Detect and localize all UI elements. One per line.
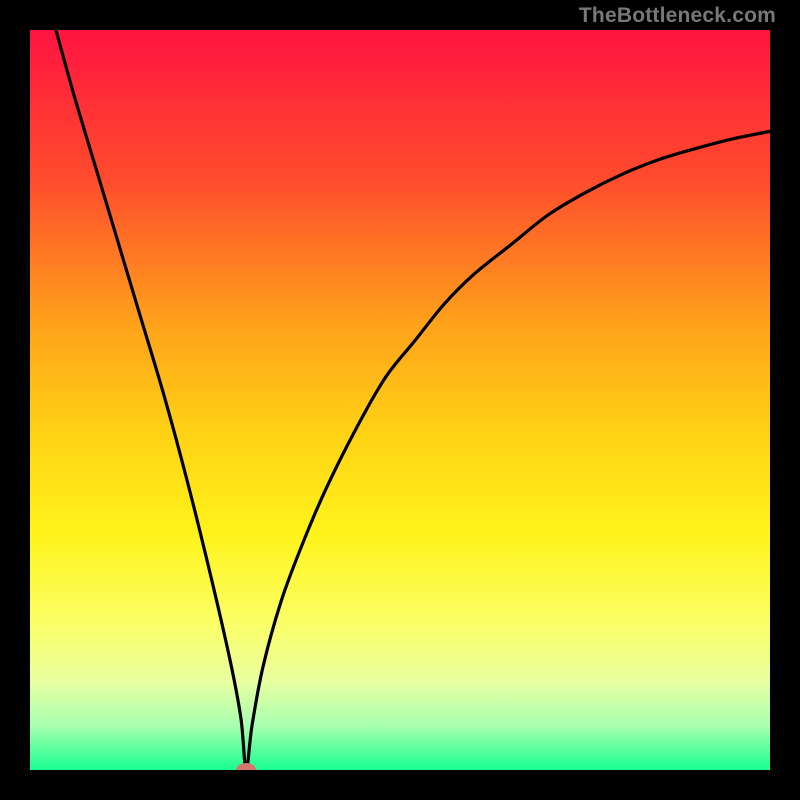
watermark-text: TheBottleneck.com [579, 4, 776, 28]
plot-area [30, 30, 770, 770]
chart-frame: TheBottleneck.com [0, 0, 800, 800]
